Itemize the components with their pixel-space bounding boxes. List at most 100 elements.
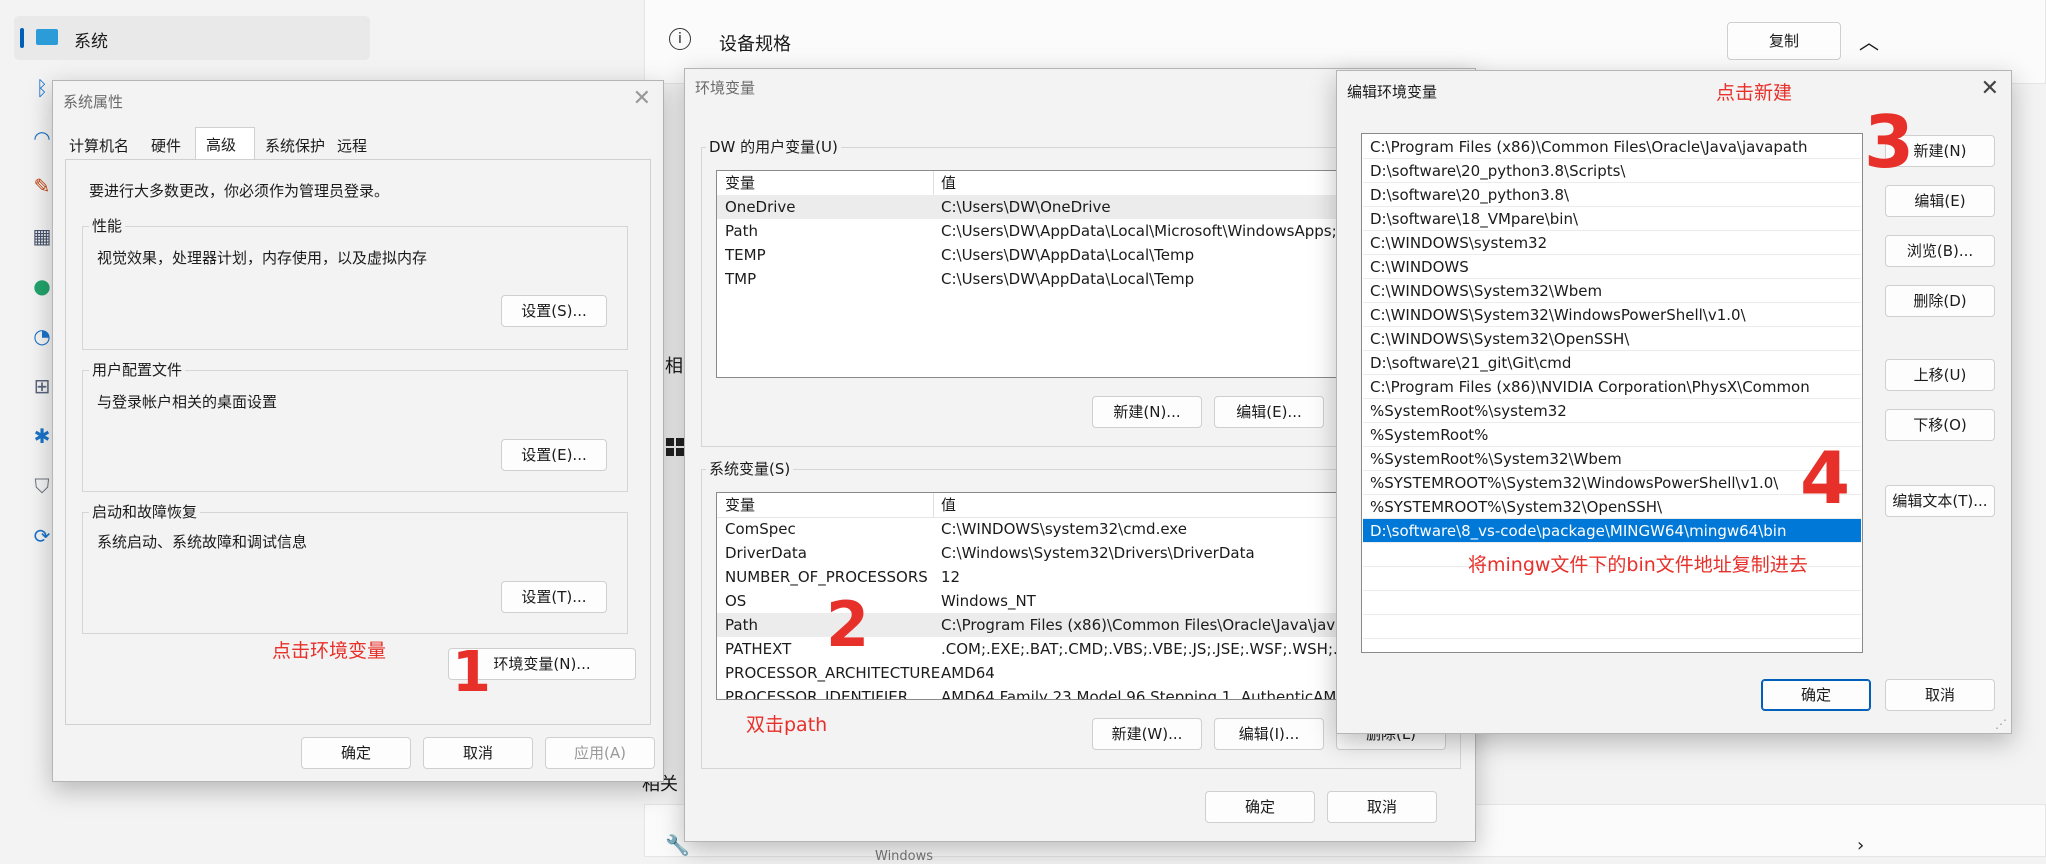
edit-ok-button[interactable]: 确定 xyxy=(1761,679,1871,711)
var-value: C:\Program Files (x86)\Common Files\Orac… xyxy=(941,616,1364,634)
list-item[interactable]: %SystemRoot% xyxy=(1363,423,1861,447)
env-cancel-button[interactable]: 取消 xyxy=(1327,791,1437,823)
list-item-selected[interactable]: D:\software\8_vs-code\package\MINGW64\mi… xyxy=(1363,519,1861,543)
list-item[interactable]: D:\software\20_python3.8\ xyxy=(1363,183,1861,207)
resize-grip-icon[interactable]: ⋰ xyxy=(1995,717,2007,731)
gaming-icon[interactable]: ⊞ xyxy=(32,376,52,396)
apply-button[interactable]: 应用(A) xyxy=(545,737,655,769)
info-icon: i xyxy=(669,28,691,50)
annotation-click-env-vars: 点击环境变量 xyxy=(272,640,387,662)
system-edit-button[interactable]: 编辑(I)... xyxy=(1214,718,1324,750)
var-name: Path xyxy=(725,222,758,240)
list-item[interactable]: C:\Program Files (x86)\Common Files\Orac… xyxy=(1363,135,1861,159)
annotation-click-new: 点击新建 xyxy=(1716,82,1793,104)
time-language-icon[interactable]: ◔ xyxy=(32,326,52,346)
admin-note: 要进行大多数更改，你必须作为管理员登录。 xyxy=(89,182,390,200)
var-name: Path xyxy=(725,616,758,634)
edit-text-button[interactable]: 编辑文本(T)... xyxy=(1885,485,1995,517)
startup-recovery-label: 启动和故障恢复 xyxy=(89,501,201,522)
var-value: AMD64 Family 23 Model 96 Stepping 1, Aut… xyxy=(941,688,1348,700)
var-value: AMD64 xyxy=(941,664,995,682)
cancel-button[interactable]: 取消 xyxy=(423,737,533,769)
var-name: PROCESSOR_ARCHITECTURE xyxy=(725,664,941,682)
annotation-double-click-path: 双击path xyxy=(746,714,828,736)
var-name: TEMP xyxy=(725,246,766,264)
system-icon xyxy=(36,29,58,45)
ok-button[interactable]: 确定 xyxy=(301,737,411,769)
empty-list-item[interactable] xyxy=(1363,591,1861,615)
nav-system-label: 系统 xyxy=(74,32,108,52)
personalization-icon[interactable]: ✎ xyxy=(32,176,52,196)
performance-desc: 视觉效果，处理器计划，内存使用，以及虚拟内存 xyxy=(97,249,428,267)
col-value-header: 值 xyxy=(941,174,957,192)
nav-item-system[interactable]: 系统 xyxy=(14,16,370,60)
startup-recovery-settings-button[interactable]: 设置(T)... xyxy=(501,581,607,613)
tab-system-protection[interactable]: 系统保护 xyxy=(265,135,325,156)
user-new-button[interactable]: 新建(N)... xyxy=(1092,396,1202,428)
system-properties-dialog: 系统属性 ✕ 计算机名 硬件 高级 系统保护 远程 要进行大多数更改，你必须作为… xyxy=(52,80,664,782)
user-variables-label: DW 的用户变量(U) xyxy=(706,136,841,157)
list-item[interactable]: C:\WINDOWS xyxy=(1363,255,1861,279)
windows-logo-icon xyxy=(666,438,684,456)
list-item[interactable]: C:\WINDOWS\System32\Wbem xyxy=(1363,279,1861,303)
var-name: DriverData xyxy=(725,544,807,562)
privacy-shield-icon[interactable]: ⛉ xyxy=(32,476,52,496)
list-item[interactable]: %SYSTEMROOT%\System32\WindowsPowerShell\… xyxy=(1363,471,1861,495)
windows-update-icon[interactable]: ⟳ xyxy=(32,526,52,546)
tab-remote[interactable]: 远程 xyxy=(337,135,367,156)
list-item[interactable]: %SystemRoot%\System32\Wbem xyxy=(1363,447,1861,471)
list-item[interactable]: %SYSTEMROOT%\System32\OpenSSH\ xyxy=(1363,495,1861,519)
list-item[interactable]: C:\WINDOWS\System32\WindowsPowerShell\v1… xyxy=(1363,303,1861,327)
tab-advanced[interactable]: 高级 xyxy=(195,127,255,161)
var-name: ComSpec xyxy=(725,520,796,538)
chevron-right-icon: › xyxy=(1857,835,1865,856)
environment-variables-title: 环境变量 xyxy=(695,79,756,97)
partial-related-heading: 相 xyxy=(665,356,683,377)
var-value: Windows_NT xyxy=(941,592,1036,610)
user-profiles-settings-button[interactable]: 设置(E)... xyxy=(501,439,607,471)
delete-path-button[interactable]: 删除(D) xyxy=(1885,285,1995,317)
close-icon[interactable]: ✕ xyxy=(1981,77,1999,101)
var-name: PROCESSOR_IDENTIFIER xyxy=(725,688,909,700)
user-profiles-desc: 与登录帐户相关的桌面设置 xyxy=(97,393,278,411)
move-up-button[interactable]: 上移(U) xyxy=(1885,359,1995,391)
env-ok-button[interactable]: 确定 xyxy=(1205,791,1315,823)
system-new-button[interactable]: 新建(W)... xyxy=(1092,718,1202,750)
close-icon[interactable]: ✕ xyxy=(633,87,651,111)
var-name: TMP xyxy=(725,270,757,288)
system-properties-title: 系统属性 xyxy=(63,93,124,111)
var-value: .COM;.EXE;.BAT;.CMD;.VBS;.VBE;.JS;.JSE;.… xyxy=(941,640,1361,658)
list-item[interactable]: %SystemRoot%\system32 xyxy=(1363,399,1861,423)
apps-icon[interactable]: ▦ xyxy=(32,226,52,246)
list-item[interactable]: C:\Program Files (x86)\NVIDIA Corporatio… xyxy=(1363,375,1861,399)
edit-path-button[interactable]: 编辑(E) xyxy=(1885,185,1995,217)
list-item[interactable]: D:\software\21_git\Git\cmd xyxy=(1363,351,1861,375)
empty-list-item[interactable] xyxy=(1363,615,1861,639)
user-edit-button[interactable]: 编辑(E)... xyxy=(1214,396,1324,428)
copy-button[interactable]: 复制 xyxy=(1727,22,1841,60)
list-item[interactable]: C:\WINDOWS\System32\OpenSSH\ xyxy=(1363,327,1861,351)
edit-cancel-button[interactable]: 取消 xyxy=(1885,679,1995,711)
var-value: C:\Windows\System32\Drivers\DriverData xyxy=(941,544,1255,562)
tab-hardware[interactable]: 硬件 xyxy=(151,135,181,156)
spec-title: 设备规格 xyxy=(719,34,791,55)
chevron-up-icon[interactable]: ︿ xyxy=(1859,26,1879,55)
col-variable-header: 变量 xyxy=(725,174,756,192)
move-down-button[interactable]: 下移(O) xyxy=(1885,409,1995,441)
bluetooth-icon[interactable]: ᛒ xyxy=(32,78,52,98)
user-profiles-label: 用户配置文件 xyxy=(89,359,186,380)
col-variable-header: 变量 xyxy=(725,496,756,514)
accounts-icon[interactable]: ● xyxy=(32,276,52,296)
tab-computer-name[interactable]: 计算机名 xyxy=(69,135,129,156)
col-value-header: 值 xyxy=(941,496,957,514)
network-icon[interactable]: ◠ xyxy=(32,128,52,148)
list-item[interactable]: D:\software\18_VMpare\bin\ xyxy=(1363,207,1861,231)
accessibility-icon[interactable]: ✱ xyxy=(32,426,52,446)
annotation-step-1: 1 xyxy=(452,640,491,705)
tab-bar: 计算机名 硬件 高级 系统保护 远程 xyxy=(67,127,647,161)
list-item[interactable]: C:\WINDOWS\system32 xyxy=(1363,231,1861,255)
var-value: C:\Users\DW\AppData\Local\Temp xyxy=(941,270,1195,288)
browse-button[interactable]: 浏览(B)... xyxy=(1885,235,1995,267)
list-item[interactable]: D:\software\20_python3.8\Scripts\ xyxy=(1363,159,1861,183)
performance-settings-button[interactable]: 设置(S)... xyxy=(501,295,607,327)
